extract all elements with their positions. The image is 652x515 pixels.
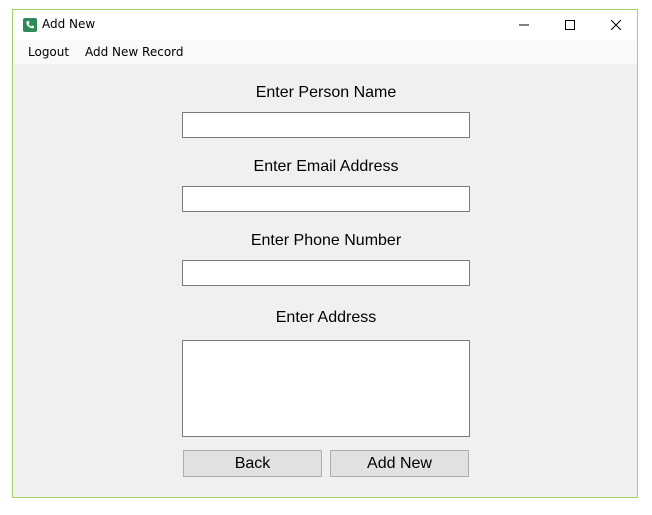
minimize-button[interactable] xyxy=(501,10,547,40)
phone-app-icon xyxy=(23,18,37,32)
close-icon xyxy=(611,20,621,30)
menu-bar: Logout Add New Record xyxy=(13,40,637,64)
close-button[interactable] xyxy=(593,10,639,40)
minimize-icon xyxy=(519,24,529,26)
address-label: Enter Address xyxy=(275,309,377,326)
menu-item-logout[interactable]: Logout xyxy=(28,45,69,59)
title-bar[interactable]: Add New xyxy=(13,10,637,40)
app-window: Add New Logout Add New Record Enter Pers… xyxy=(12,9,638,498)
address-textarea[interactable] xyxy=(182,340,470,437)
phone-number-label: Enter Phone Number xyxy=(250,232,402,249)
person-name-label: Enter Person Name xyxy=(255,84,397,101)
menu-item-add-new-record[interactable]: Add New Record xyxy=(85,45,184,59)
email-address-label: Enter Email Address xyxy=(253,158,399,175)
phone-number-input[interactable] xyxy=(182,260,470,286)
email-address-input[interactable] xyxy=(182,186,470,212)
add-new-button[interactable]: Add New xyxy=(330,450,469,477)
back-button[interactable]: Back xyxy=(183,450,322,477)
maximize-icon xyxy=(565,20,575,30)
window-title: Add New xyxy=(42,17,96,31)
maximize-button[interactable] xyxy=(547,10,593,40)
person-name-input[interactable] xyxy=(182,112,470,138)
